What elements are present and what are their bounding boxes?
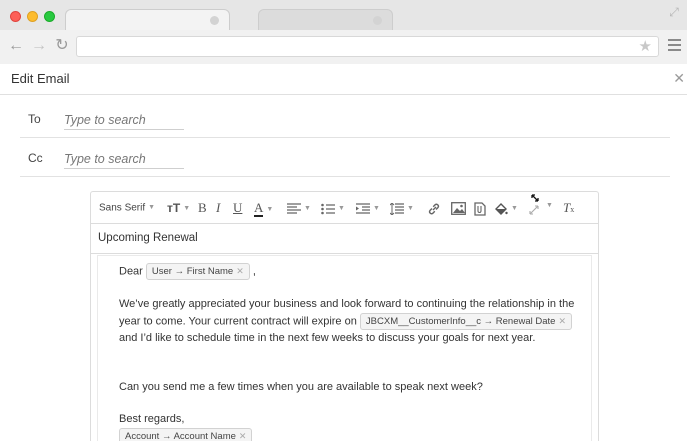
browser-chrome: ⤢ ← → ↻ ★ [0,0,687,64]
browser-titlebar: ⤢ [0,0,687,31]
modal-header: Edit Email ✕ [0,64,687,95]
browser-tab-active[interactable] [65,9,230,31]
close-icon[interactable]: ✕ [673,70,685,86]
bookmark-star-icon[interactable]: ★ [639,38,652,56]
chip-remove-icon[interactable]: ✕ [558,316,566,326]
italic-icon[interactable]: I [216,200,220,216]
merge-field-chip[interactable]: Account → Account Name ✕ [119,428,253,441]
underline-icon[interactable]: U [233,200,242,216]
tab-close-icon[interactable] [373,16,382,25]
email-body[interactable]: Dear User → First Name ✕ , We’ve greatly … [97,255,592,441]
browser-tab[interactable] [258,9,393,31]
list-icon[interactable]: ▼ [321,200,345,216]
text-color-icon[interactable]: A ▼ [254,200,273,217]
closing-line: Best regards, [119,413,185,425]
expand-icon[interactable]: ▼ [527,194,553,215]
merge-field-chip[interactable]: User → First Name ✕ [145,263,250,280]
signature-line: Account → Account Name ✕ [119,428,579,441]
window-maximize-button[interactable] [44,11,55,22]
font-size-icon[interactable]: ᴛT ▼ [167,200,190,216]
subject-field[interactable]: Upcoming Renewal [91,224,598,254]
line-height-icon[interactable]: ▼ [389,200,414,216]
window-minimize-button[interactable] [27,11,38,22]
reload-icon[interactable]: ↻ [54,38,70,54]
font-family-value: Sans Serif [99,202,146,214]
subject-text: Upcoming Renewal [98,232,198,244]
forward-arrow-icon[interactable]: → [31,38,47,54]
to-row: To [20,98,670,138]
clear-format-icon[interactable]: Tx [563,200,574,216]
image-icon[interactable] [451,200,466,216]
browser-navbar: ← → ↻ ★ [0,30,687,64]
to-search-input[interactable] [64,110,184,130]
fill-color-icon[interactable]: ▼ [494,200,518,216]
page-title: Edit Email [11,71,70,86]
address-bar[interactable]: ★ [76,36,659,57]
bold-icon[interactable]: B [198,200,207,216]
attachment-icon[interactable] [474,200,486,216]
to-label: To [28,112,41,126]
font-family-select[interactable]: Sans Serif ▼ [99,200,155,216]
paragraph-1-tail: and I’d like to schedule time in the nex… [119,331,536,344]
editor-toolbar: Sans Serif ▼ ᴛT ▼ B I U A ▼ ▼ ▼ ▼ ▼ ▼ ▼ Tx [91,192,598,224]
browser-menu-icon[interactable] [668,39,681,53]
tab-close-icon[interactable] [210,16,219,25]
cc-search-input[interactable] [64,149,184,169]
chip-remove-icon[interactable]: ✕ [236,266,244,276]
email-editor: Sans Serif ▼ ᴛT ▼ B I U A ▼ ▼ ▼ ▼ ▼ ▼ ▼ Tx … [90,191,599,441]
align-icon[interactable]: ▼ [287,200,311,216]
link-icon[interactable] [427,200,441,216]
merge-field-chip[interactable]: JBCXM__CustomerInfo__c → Renewal Date ✕ [359,312,573,330]
indent-icon[interactable]: ▼ [356,200,380,216]
chip-remove-icon[interactable]: ✕ [239,431,247,441]
cc-label: Cc [28,151,43,165]
paragraph-2: Can you send me a few times when you are… [119,381,483,393]
window-close-button[interactable] [10,11,21,22]
fullscreen-icon[interactable]: ⤢ [667,5,681,19]
paragraph-1: We’ve greatly appreciated your business … [119,296,579,346]
greeting-line: Dear User → First Name ✕ , [119,263,579,280]
back-arrow-icon[interactable]: ← [8,38,24,54]
greeting-end: , [252,265,256,278]
greeting-word: Dear [119,265,143,278]
cc-row: Cc [20,137,670,177]
